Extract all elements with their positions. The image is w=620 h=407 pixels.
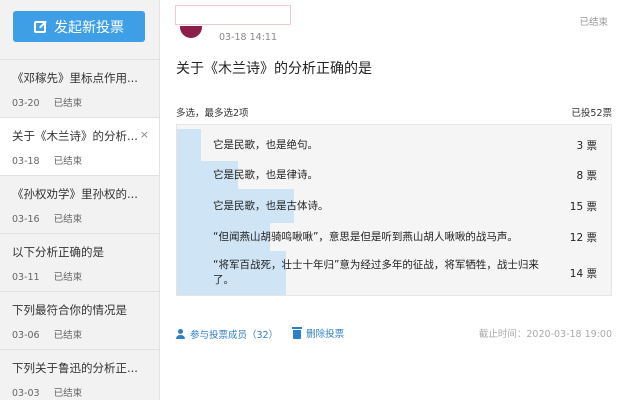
option-count: 15 票 [569, 200, 597, 213]
vote-detail: 03-18 14:11 已结束 关于《木兰诗》的分析正确的是 多选，最多选2项 … [161, 0, 620, 400]
vote-list-item-date: 03-11 [12, 272, 40, 283]
option-row: “但闻燕山胡骑鸣啾啾”，意思是但是听到燕山胡人啾啾的战马声。 12 票 [177, 223, 611, 251]
option-bar [177, 129, 202, 161]
vote-list-item[interactable]: 《孙权劝学》里孙权的... 03-16 已结束 [0, 175, 159, 233]
vote-list-item-date: 03-03 [12, 388, 40, 399]
option-text: 它是民歌，也是绝句。 [213, 138, 318, 151]
members-link[interactable]: 参与投票成员（32） [176, 327, 278, 341]
vote-list-item[interactable]: 以下分析正确的是 03-11 已结束 [0, 233, 159, 291]
vote-list-item[interactable]: 《邓稼先》里标点作用... 03-20 已结束 [0, 59, 159, 117]
vote-list-item[interactable]: 下列关于鲁迅的分析正... 03-03 已结束 [0, 349, 159, 407]
option-row: 它是民歌，也是律诗。 8 票 [177, 161, 611, 189]
person-icon [176, 328, 185, 339]
status-label: 已结束 [579, 17, 608, 28]
option-count: 12 票 [569, 231, 597, 244]
new-vote-button[interactable]: 发起新投票 [13, 11, 145, 42]
delete-vote-link[interactable]: 删除投票 [292, 326, 345, 340]
option-text: 它是民歌，也是律诗。 [213, 168, 318, 181]
option-row: “将军百战死，壮士十年归”意为经过多年的征战，将军牺牲，战士归来了。 14 票 [177, 251, 611, 295]
vote-list-item-status: 已结束 [53, 388, 83, 399]
vote-list-item-title: 下列关于鲁迅的分析正... [12, 361, 138, 375]
vote-list-item-title: 《孙权劝学》里孙权的... [12, 187, 138, 201]
option-count: 14 票 [569, 267, 597, 280]
vote-list-item-title: 《邓稼先》里标点作用... [12, 71, 138, 85]
options-panel: 它是民歌，也是绝句。 3 票 它是民歌，也是律诗。 8 票 它是民歌，也是古体诗… [176, 124, 612, 296]
option-row: 它是民歌，也是古体诗。 15 票 [177, 189, 611, 223]
author-name-box [175, 5, 291, 25]
post-time: 03-18 14:11 [219, 32, 278, 43]
option-row: 它是民歌，也是绝句。 3 票 [177, 129, 611, 161]
vote-list-item-status: 已结束 [53, 214, 83, 225]
vote-list-item-status: 已结束 [53, 272, 83, 283]
edit-icon [34, 20, 46, 33]
deadline: 截止时间：2020-03-18 19:00 [478, 329, 612, 340]
vote-list-item-date: 03-06 [12, 330, 40, 341]
option-text: 它是民歌，也是古体诗。 [213, 199, 329, 212]
option-count: 3 票 [576, 139, 597, 152]
members-label: 参与投票成员（32） [190, 329, 279, 341]
vote-list-item-active[interactable]: 关于《木兰诗》的分析... × 03-18 已结束 [0, 117, 159, 175]
question-title: 关于《木兰诗》的分析正确的是 [176, 61, 372, 77]
new-vote-label: 发起新投票 [54, 19, 124, 36]
delete-label: 删除投票 [306, 329, 345, 340]
vote-list-item-date: 03-20 [12, 98, 40, 109]
avatar [180, 26, 202, 38]
sidebar: 发起新投票 《邓稼先》里标点作用... 03-20 已结束 关于《木兰诗》的分析.… [0, 0, 160, 400]
vote-list-item-title: 下列最符合你的情况是 [12, 303, 127, 317]
trash-icon [292, 326, 303, 339]
option-count: 8 票 [576, 169, 597, 182]
vote-list-item-title: 以下分析正确的是 [12, 245, 104, 259]
vote-list-item-status: 已结束 [53, 98, 83, 109]
vote-list-item-status: 已结束 [53, 156, 83, 167]
vote-list-item-date: 03-16 [12, 214, 40, 225]
option-text: “将军百战死，壮士十年归”意为经过多年的征战，将军牺牲，战士归来了。 [213, 259, 539, 286]
vote-list-item-title: 关于《木兰诗》的分析... [12, 129, 138, 143]
close-icon[interactable]: × [140, 128, 149, 141]
vote-footer: 参与投票成员（32） 删除投票 截止时间：2020-03-18 19:00 [176, 326, 612, 342]
option-text: “但闻燕山胡骑鸣啾啾”，意思是但是听到燕山胡人啾啾的战马声。 [213, 230, 518, 243]
vote-list: 《邓稼先》里标点作用... 03-20 已结束 关于《木兰诗》的分析... × 0… [0, 59, 159, 407]
vote-list-item-status: 已结束 [53, 330, 83, 341]
option-note: 多选，最多选2项 [176, 108, 249, 119]
vote-list-item[interactable]: 下列最符合你的情况是 03-06 已结束 [0, 291, 159, 349]
vote-total: 已投52票 [571, 108, 612, 119]
vote-list-item-date: 03-18 [12, 156, 40, 167]
